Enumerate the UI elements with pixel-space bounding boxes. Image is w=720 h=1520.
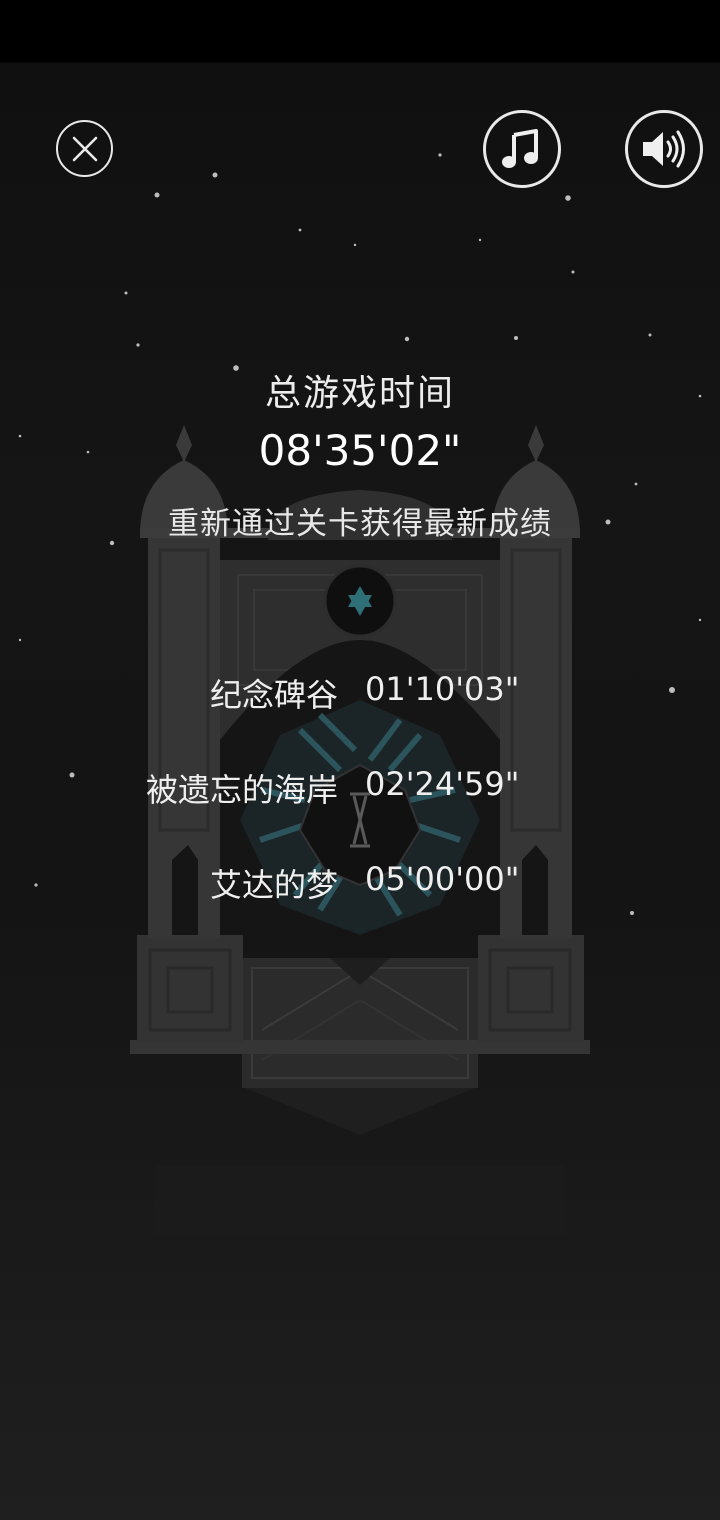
- level-record-row: 纪念碑谷 01'10'03": [0, 670, 720, 714]
- stats-panel: 总游戏时间 08'35'02" 重新通过关卡获得最新成绩 纪念碑谷 01'10'…: [0, 0, 720, 1520]
- total-time-value: 08'35'02": [258, 426, 462, 475]
- level-record-row: 被遗忘的海岸 02'24'59": [0, 765, 720, 809]
- level-name: 被遗忘的海岸: [145, 771, 338, 809]
- level-time: 01'10'03": [365, 670, 520, 708]
- level-name: 艾达的梦: [209, 866, 338, 904]
- game-screen: 总游戏时间 08'35'02" 重新通过关卡获得最新成绩 纪念碑谷 01'10'…: [0, 0, 720, 1520]
- level-record-row: 艾达的梦 05'00'00": [0, 860, 720, 904]
- level-time: 02'24'59": [365, 765, 520, 803]
- level-time: 05'00'00": [365, 860, 520, 898]
- replay-hint: 重新通过关卡获得最新成绩: [168, 506, 552, 542]
- total-time-label: 总游戏时间: [264, 373, 455, 414]
- level-name: 纪念碑谷: [209, 676, 338, 714]
